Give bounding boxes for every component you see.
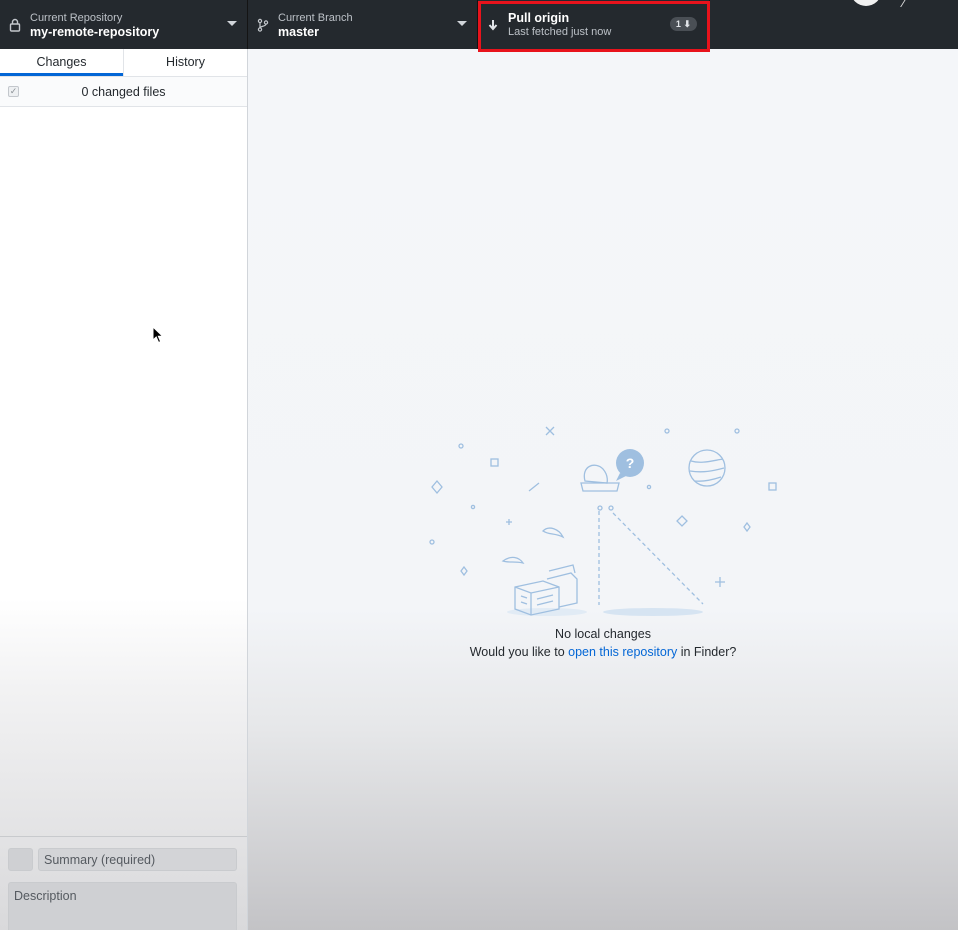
repository-name: my-remote-repository xyxy=(30,24,160,39)
select-all-checkbox[interactable]: ✓ xyxy=(8,86,19,97)
main-panel: ? No local changes Would you like to ope… xyxy=(248,49,958,930)
summary-input[interactable] xyxy=(38,848,237,871)
author-avatar[interactable] xyxy=(8,848,33,871)
svg-text:?: ? xyxy=(626,455,635,471)
changes-header: ✓ 0 changed files xyxy=(0,77,247,107)
blank-slate-suffix: in Finder? xyxy=(680,645,737,659)
description-input[interactable] xyxy=(8,882,237,930)
blank-slate-text: Would you like to open this repository i… xyxy=(248,645,958,659)
changed-files-count: 0 changed files xyxy=(81,84,166,99)
repository-label: Current Repository xyxy=(30,11,123,24)
pull-count-badge: 1 ⬇ xyxy=(669,17,697,31)
empty-state-illustration-icon: ? xyxy=(429,426,777,616)
blank-slate-title: No local changes xyxy=(555,627,651,641)
arrow-down-icon xyxy=(478,19,508,31)
open-repository-link[interactable]: open this repository xyxy=(568,645,677,659)
repository-selector[interactable]: Current Repository my-remote-repository xyxy=(0,0,248,49)
pull-title: Pull origin xyxy=(508,10,570,25)
mouse-cursor-icon xyxy=(152,326,164,344)
branch-label: Current Branch xyxy=(278,11,353,24)
commit-message-area xyxy=(0,836,247,930)
tab-changes[interactable]: Changes xyxy=(0,49,123,76)
lock-icon xyxy=(0,18,30,32)
blank-slate-prefix: Would you like to xyxy=(469,645,565,659)
chevron-down-icon xyxy=(227,21,237,26)
sidebar: Changes History ✓ 0 changed files xyxy=(0,49,248,930)
pull-subtitle: Last fetched just now xyxy=(508,25,612,38)
toolbar: Current Repository my-remote-repository … xyxy=(0,0,958,49)
pull-origin-button[interactable]: Pull origin Last fetched just now 1 ⬇ xyxy=(478,0,710,49)
signal-icon: ∕ xyxy=(903,0,906,10)
chevron-down-icon xyxy=(457,21,467,26)
branch-name: master xyxy=(278,24,319,39)
arrow-down-small-icon: ⬇ xyxy=(683,19,691,29)
tab-bar: Changes History xyxy=(0,49,247,77)
avatar[interactable] xyxy=(851,0,881,6)
git-branch-icon xyxy=(248,18,278,32)
tab-history[interactable]: History xyxy=(123,49,247,76)
branch-selector[interactable]: Current Branch master xyxy=(248,0,478,49)
